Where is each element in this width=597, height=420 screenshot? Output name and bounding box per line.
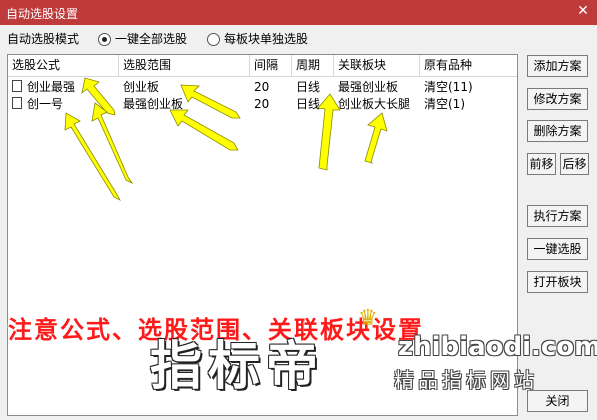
watermark-tagline: 精品指标网站 bbox=[394, 368, 538, 392]
arrow-icon bbox=[364, 112, 388, 164]
arrow-icon bbox=[64, 112, 122, 201]
watermark-brand: 指标帝 bbox=[150, 337, 325, 397]
watermark-url: zhibiaodi.com bbox=[398, 332, 597, 362]
arrow-icon bbox=[180, 84, 241, 119]
crown-icon: ♛ bbox=[358, 306, 378, 331]
arrow-icon bbox=[317, 93, 341, 171]
